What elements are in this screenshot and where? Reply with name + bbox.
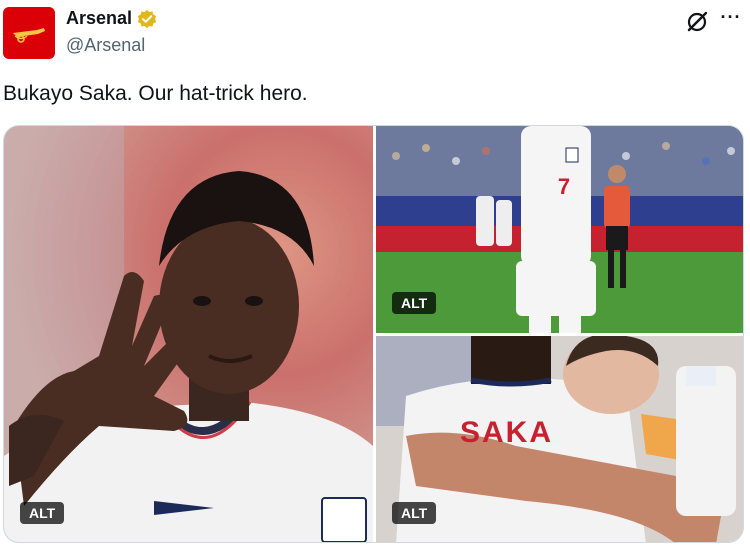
avatar[interactable] xyxy=(3,7,55,59)
media-grid: ALT 7 ALT SAKA ALT xyxy=(3,125,744,543)
more-options-button[interactable]: ··· xyxy=(718,6,744,32)
alt-badge[interactable]: ALT xyxy=(20,502,65,524)
verified-gold-badge-icon xyxy=(137,9,157,28)
author-name-row: Arsenal xyxy=(66,8,157,29)
arsenal-cannon-logo xyxy=(13,28,45,43)
jersey-number: 7 xyxy=(558,174,570,199)
grok-icon[interactable] xyxy=(684,9,710,35)
alt-badge[interactable]: ALT xyxy=(392,502,437,524)
photo-stadium-jersey[interactable]: 7 ALT xyxy=(376,126,743,333)
display-name[interactable]: Arsenal xyxy=(66,8,132,29)
photo-illustration xyxy=(4,126,373,542)
shirt-name: SAKA xyxy=(460,416,554,449)
photo-saka-celebration[interactable]: ALT xyxy=(4,126,373,542)
tweet-text: Bukayo Saka. Our hat-trick hero. xyxy=(3,82,308,105)
alt-badge[interactable]: ALT xyxy=(392,292,437,314)
author-handle[interactable]: @Arsenal xyxy=(66,35,145,56)
photo-embrace[interactable]: SAKA ALT xyxy=(376,336,743,542)
